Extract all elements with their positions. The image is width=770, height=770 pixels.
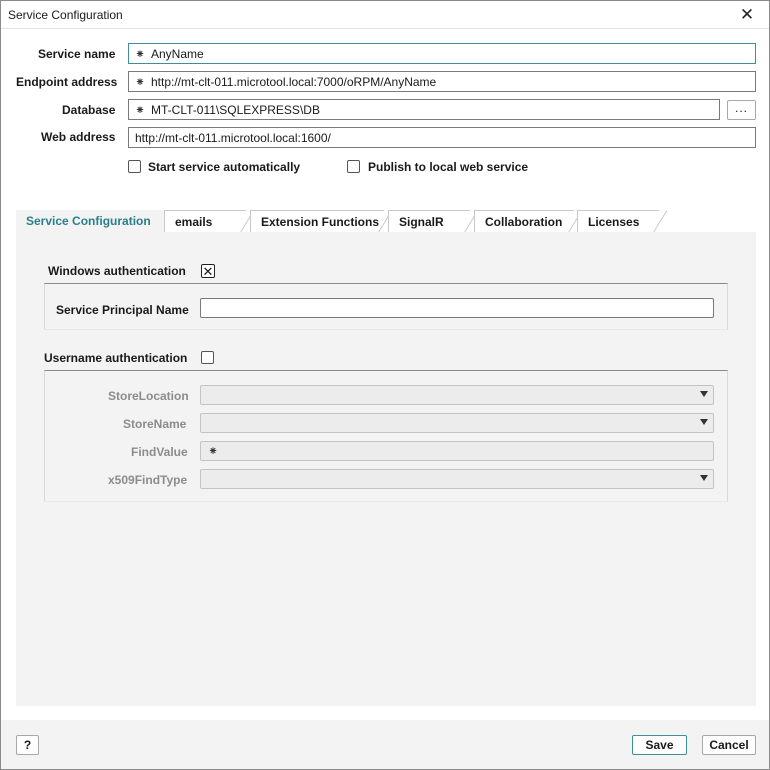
database-label: Database bbox=[62, 103, 116, 117]
service-principal-name-input[interactable] bbox=[200, 298, 714, 318]
tab-service-configuration[interactable]: Service Configuration bbox=[16, 210, 166, 232]
username-authentication-checkbox[interactable] bbox=[201, 351, 214, 364]
endpoint-address-input[interactable]: ⁕ http://mt-clt-011.microtool.local:7000… bbox=[128, 71, 756, 92]
check-mark-icon: ✕ bbox=[202, 263, 214, 279]
x509-find-type-select[interactable] bbox=[200, 469, 714, 489]
store-name-label: StoreName bbox=[123, 417, 187, 431]
tab-licenses[interactable]: Licenses bbox=[577, 210, 667, 233]
store-name-select[interactable] bbox=[200, 413, 714, 433]
endpoint-address-value: http://mt-clt-011.microtool.local:7000/o… bbox=[151, 74, 437, 89]
window-title: Service Configuration bbox=[8, 8, 123, 22]
required-marker-icon: ⁕ bbox=[135, 102, 146, 117]
start-service-automatically-checkbox[interactable] bbox=[128, 160, 141, 173]
chevron-down-icon bbox=[700, 391, 708, 397]
endpoint-address-label: Endpoint address bbox=[16, 75, 118, 89]
tab-emails[interactable]: emails bbox=[164, 210, 254, 233]
required-marker-icon: ⁕ bbox=[208, 444, 219, 458]
start-service-automatically-label: Start service automatically bbox=[148, 160, 301, 174]
username-authentication-group: StoreLocation StoreName FindValue ⁕ x509… bbox=[44, 370, 728, 502]
dialog-footer: ? Save Cancel bbox=[1, 720, 769, 769]
find-value-label: FindValue bbox=[131, 445, 188, 459]
tab-extension-functions[interactable]: Extension Functions bbox=[250, 210, 392, 233]
database-value: MT-CLT-011\SQLEXPRESS\DB bbox=[151, 102, 320, 117]
tab-strip: Service Configuration emails Extension F… bbox=[16, 210, 756, 233]
chevron-down-icon bbox=[700, 419, 708, 425]
title-bar: Service Configuration ✕ bbox=[1, 1, 769, 29]
cancel-button[interactable]: Cancel bbox=[702, 735, 756, 755]
help-button[interactable]: ? bbox=[16, 735, 39, 755]
publish-local-web-service-label: Publish to local web service bbox=[368, 160, 529, 174]
find-value-input[interactable]: ⁕ bbox=[200, 441, 714, 461]
store-location-label: StoreLocation bbox=[108, 389, 189, 403]
chevron-down-icon bbox=[700, 475, 708, 481]
service-configuration-dialog: Service Configuration ✕ Service name ⁕ A… bbox=[0, 0, 770, 770]
username-authentication-label: Username authentication bbox=[44, 351, 188, 365]
service-configuration-panel: Windows authentication ✕ Service Princip… bbox=[16, 232, 756, 706]
tab-signalr[interactable]: SignalR bbox=[388, 210, 478, 233]
required-marker-icon: ⁕ bbox=[135, 46, 146, 61]
database-input[interactable]: ⁕ MT-CLT-011\SQLEXPRESS\DB bbox=[128, 99, 720, 120]
publish-local-web-service-checkbox[interactable] bbox=[347, 160, 360, 173]
web-address-label: Web address bbox=[41, 130, 116, 144]
web-address-value: http://mt-clt-011.microtool.local:1600/ bbox=[135, 130, 331, 145]
service-name-label: Service name bbox=[38, 47, 116, 61]
tab-collaboration[interactable]: Collaboration bbox=[474, 210, 582, 233]
windows-authentication-label: Windows authentication bbox=[48, 264, 186, 278]
required-marker-icon: ⁕ bbox=[135, 74, 146, 89]
windows-authentication-checkbox[interactable]: ✕ bbox=[201, 264, 215, 278]
database-browse-button[interactable]: ... bbox=[727, 100, 756, 120]
windows-authentication-group: Service Principal Name bbox=[44, 283, 728, 330]
close-icon[interactable]: ✕ bbox=[734, 5, 760, 25]
service-name-input[interactable]: ⁕ AnyName bbox=[128, 43, 756, 64]
x509-find-type-label: x509FindType bbox=[108, 473, 188, 487]
service-principal-name-label: Service Principal Name bbox=[56, 303, 189, 317]
web-address-input[interactable]: http://mt-clt-011.microtool.local:1600/ bbox=[128, 127, 756, 148]
save-button[interactable]: Save bbox=[632, 735, 687, 755]
store-location-select[interactable] bbox=[200, 385, 714, 405]
service-name-value: AnyName bbox=[151, 46, 204, 61]
